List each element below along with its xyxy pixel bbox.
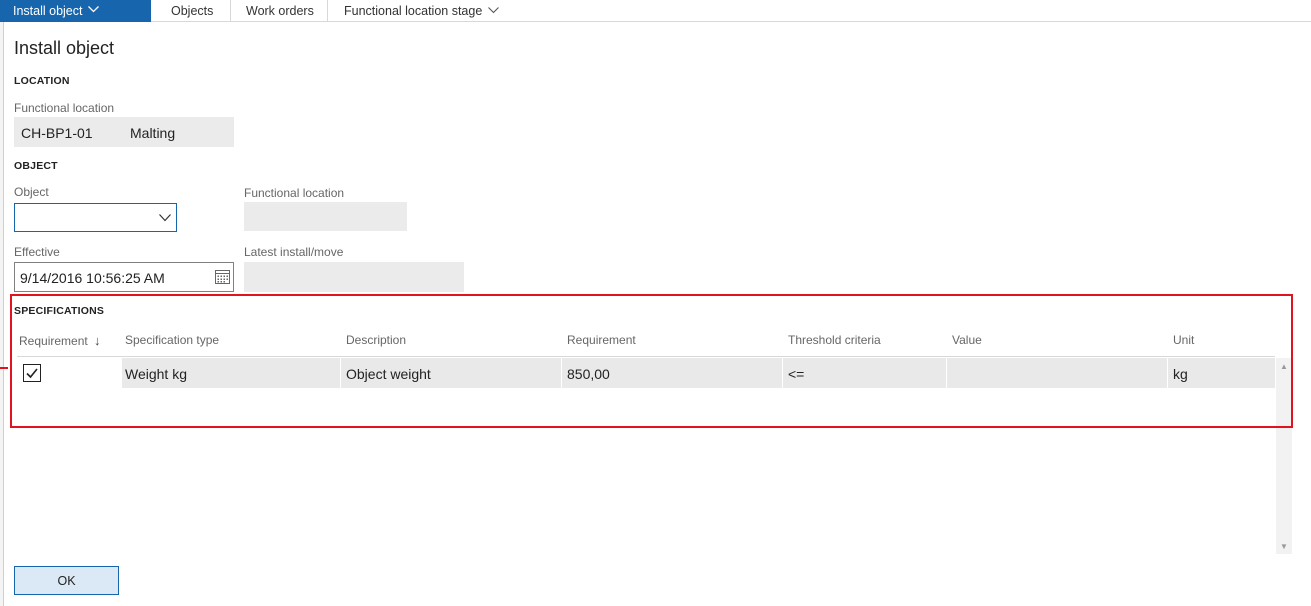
functional-location-name: Malting xyxy=(130,125,176,141)
cell-description[interactable]: Object weight xyxy=(340,358,561,388)
functional-location-field: CH-BP1-01 Malting xyxy=(14,117,234,147)
scroll-up-arrow-icon[interactable]: ▲ xyxy=(1280,362,1288,371)
tab-functional-location-stage-label: Functional location stage xyxy=(344,4,483,18)
latest-install-move-field xyxy=(244,262,464,292)
tab-work-orders-label: Work orders xyxy=(246,4,314,18)
tab-divider xyxy=(230,0,231,22)
grid-header-divider xyxy=(17,356,1275,357)
tab-objects[interactable]: Objects xyxy=(171,0,213,22)
cell-value[interactable] xyxy=(946,358,1167,388)
object-dropdown[interactable] xyxy=(14,203,177,232)
install-object-dialog: Install object LOCATION Functional locat… xyxy=(3,22,1311,606)
tab-work-orders[interactable]: Work orders xyxy=(246,0,314,22)
calendar-icon[interactable] xyxy=(215,269,230,284)
specifications-section-header: SPECIFICATIONS xyxy=(14,305,105,317)
ok-button[interactable]: OK xyxy=(14,566,119,595)
cell-unit[interactable]: kg xyxy=(1167,358,1275,388)
column-header-requirement-flag[interactable]: Requirement ↓ xyxy=(19,333,101,348)
cell-requirement[interactable]: 850,00 xyxy=(561,358,782,388)
grid-scrollbar[interactable] xyxy=(1276,358,1292,554)
functional-location-label: Functional location xyxy=(14,101,115,115)
chevron-down-icon[interactable] xyxy=(159,214,171,222)
cell-threshold-criteria[interactable]: <= xyxy=(782,358,946,388)
column-header-label: Requirement xyxy=(19,334,88,348)
tab-divider xyxy=(327,0,328,22)
effective-value: 9/14/2016 10:56:25 AM xyxy=(20,270,165,286)
highlight-connector xyxy=(0,367,8,369)
chevron-down-icon xyxy=(488,7,500,14)
column-header-threshold-criteria[interactable]: Threshold criteria xyxy=(788,333,881,347)
object-functional-location-field xyxy=(244,202,407,231)
object-functional-location-label: Functional location xyxy=(244,186,345,200)
column-header-specification-type[interactable]: Specification type xyxy=(125,333,219,347)
column-header-description[interactable]: Description xyxy=(346,333,406,347)
effective-label: Effective xyxy=(14,245,60,259)
effective-datetime-field[interactable]: 9/14/2016 10:56:25 AM xyxy=(14,262,234,292)
location-section-header: LOCATION xyxy=(14,75,70,87)
tab-install-object-label: Install object xyxy=(13,4,83,18)
column-header-value[interactable]: Value xyxy=(952,333,982,347)
action-ribbon: Install object Objects Work orders Funct… xyxy=(0,0,1311,22)
functional-location-id: CH-BP1-01 xyxy=(21,125,93,141)
tab-functional-location-stage[interactable]: Functional location stage xyxy=(344,0,500,22)
checkmark-icon xyxy=(26,368,38,379)
column-header-requirement[interactable]: Requirement xyxy=(567,333,636,347)
column-header-unit[interactable]: Unit xyxy=(1173,333,1194,347)
chevron-down-icon xyxy=(88,6,100,13)
object-label: Object xyxy=(14,185,49,199)
ok-button-label: OK xyxy=(57,573,76,588)
object-section-header: OBJECT xyxy=(14,160,58,172)
scroll-down-arrow-icon[interactable]: ▼ xyxy=(1280,542,1288,551)
latest-install-move-label: Latest install/move xyxy=(244,245,344,259)
dialog-title: Install object xyxy=(14,38,115,58)
requirement-checkbox[interactable] xyxy=(23,364,41,382)
tab-objects-label: Objects xyxy=(171,4,214,18)
tab-install-object[interactable]: Install object xyxy=(0,0,151,22)
sort-down-icon: ↓ xyxy=(94,333,101,348)
cell-specification-type[interactable]: Weight kg xyxy=(119,358,340,388)
